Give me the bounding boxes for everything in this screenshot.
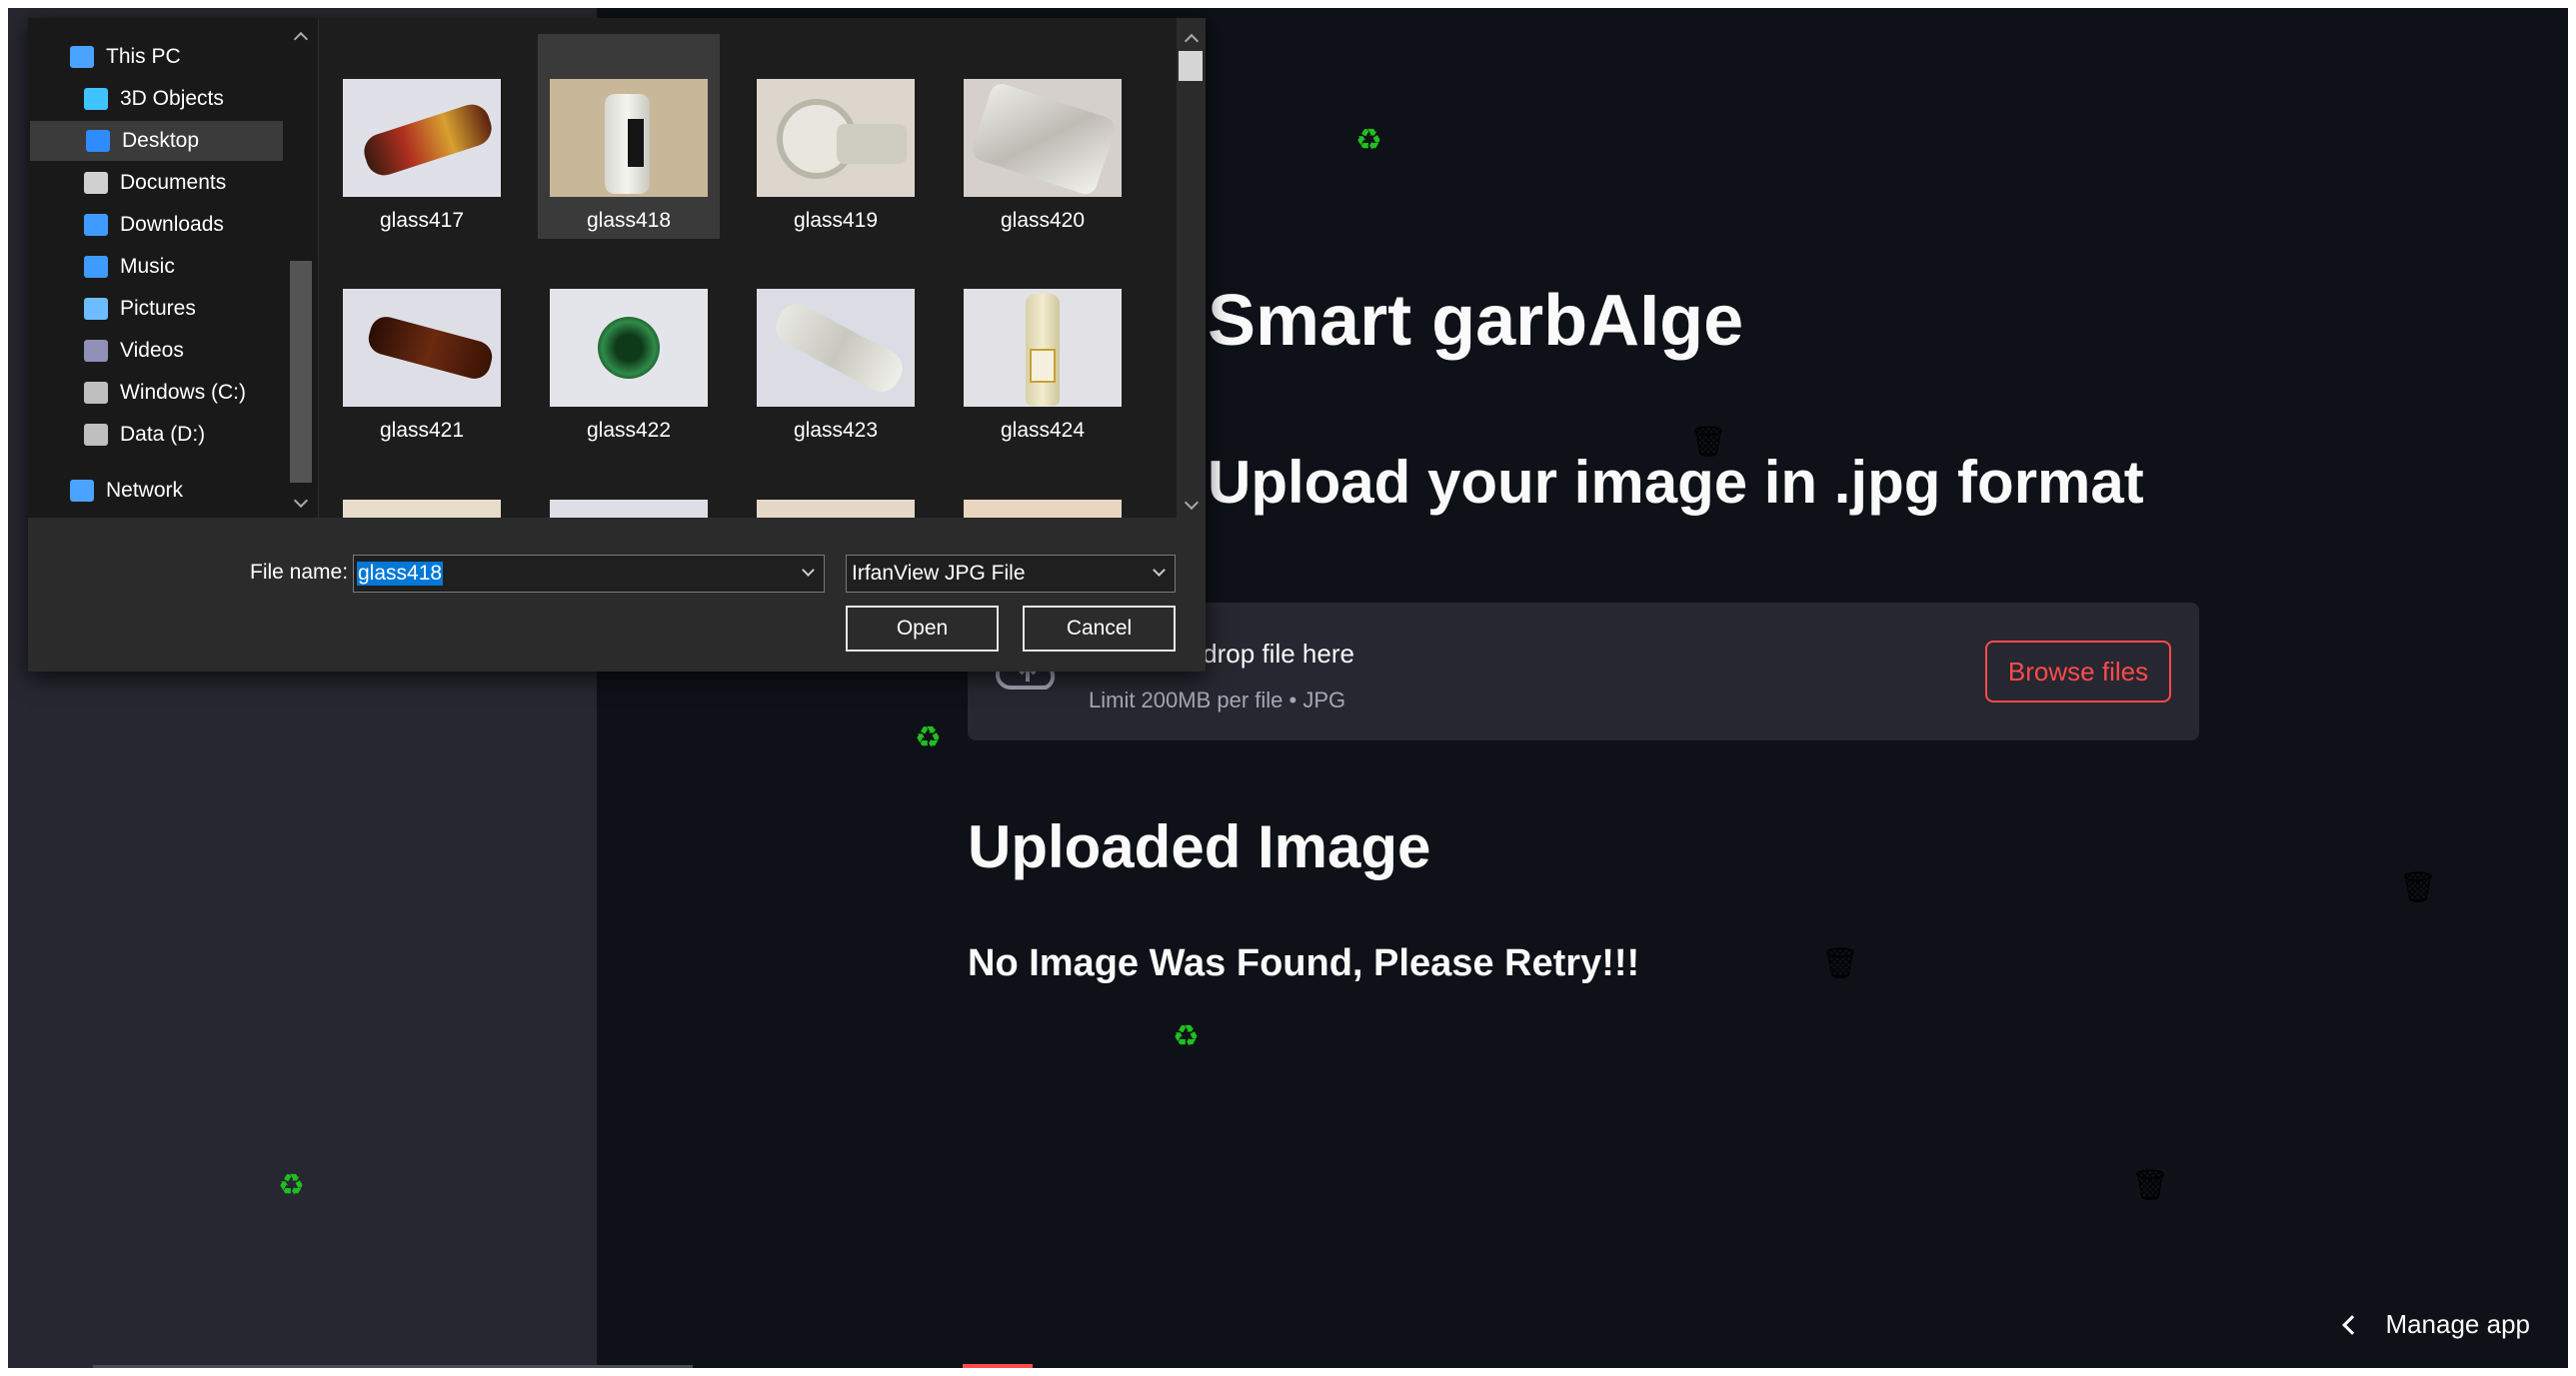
thumbnail-image [550,500,708,518]
nav-item-windows-c[interactable]: Windows (C:) [76,373,246,413]
drive-d-icon [84,424,108,446]
nav-item-music[interactable]: Music [76,247,175,287]
nav-scroll-thumb[interactable] [290,261,312,483]
nav-item-3d-objects[interactable]: 3D Objects [76,79,224,119]
navigation-pane: This PC 3D Objects Desktop Documents Dow… [28,18,318,518]
file-tile-glass417[interactable]: glass417 [331,34,513,239]
thumbnail-image [550,79,708,197]
file-name-value: glass418 [357,562,444,586]
manage-app-button[interactable]: Manage app [2342,1309,2530,1340]
uploaded-image-heading: Uploaded Image [968,813,1431,880]
chevron-down-icon [1153,564,1166,577]
recycle-icon: ♻ [1355,124,1382,157]
file-grid-scrollbar[interactable] [1177,18,1206,518]
open-button[interactable]: Open [846,606,999,652]
thumbnail-image [964,289,1122,407]
nav-item-downloads[interactable]: Downloads [76,205,224,245]
dialog-footer: File name: glass418 IrfanView JPG File O… [28,518,1206,672]
file-tile-glass418[interactable]: glass418 [538,34,720,239]
file-type-select[interactable]: IrfanView JPG File [846,555,1176,593]
file-name-label: glass417 [379,209,465,232]
status-bar [963,1364,1033,1368]
thumbnail-image [757,79,915,197]
file-tile-glass424[interactable]: glass424 [952,244,1134,449]
recycle-icon: ♻ [278,1169,305,1202]
cancel-button[interactable]: Cancel [1023,606,1176,652]
nav-item-network[interactable]: Network [62,471,183,511]
document-icon [84,172,108,194]
cube-icon [84,88,108,110]
nav-item-videos[interactable]: Videos [76,331,184,371]
sidebar-scrollbar[interactable] [93,1365,693,1368]
trash-icon: 🗑 [2399,871,2438,904]
file-name-label: glass420 [1000,209,1086,232]
file-name-label: glass418 [586,209,672,232]
file-name-label: glass421 [379,419,465,442]
upload-instruction: Upload your image in .jpg format [1208,449,2144,516]
error-message: No Image Was Found, Please Retry!!! [968,942,1640,984]
file-tile-glass420[interactable]: glass420 [952,34,1134,239]
drive-c-icon [84,382,108,404]
file-name-label: glass423 [793,419,879,442]
trash-icon: 🗑 [1821,947,1860,980]
thumbnail-image [343,79,501,197]
file-name-label: glass419 [793,209,879,232]
file-grid: glass417 glass418 glass419 glass420 glas… [319,18,1177,518]
recycle-icon: ♻ [915,721,942,754]
file-name-label: glass422 [586,419,672,442]
file-tile-glass423[interactable]: glass423 [745,244,927,449]
desktop-icon [86,130,110,152]
pictures-icon [84,298,108,320]
chevron-left-icon [2342,1314,2363,1335]
app-window: ♻ ♻ ♻ ♻ 🗑 🗑 🗑 🗑 Smart garbAIge Upload yo… [8,8,2568,1368]
trash-icon: 🗑 [2131,1169,2170,1202]
thumbnail-image [964,500,1122,518]
manage-app-label: Manage app [2385,1309,2530,1339]
file-tile-glass421[interactable]: glass421 [331,244,513,449]
file-tile-glass419[interactable]: glass419 [745,34,927,239]
file-type-value: IrfanView JPG File [852,562,1026,585]
nav-item-pictures[interactable]: Pictures [76,289,196,329]
file-grid-scroll-thumb[interactable] [1179,51,1203,81]
file-name-label: glass424 [1000,419,1086,442]
thumbnail-image [964,79,1122,197]
browse-files-button[interactable]: Browse files [1985,641,2171,702]
nav-item-desktop[interactable]: Desktop [30,121,283,161]
recycle-icon: ♻ [1173,1020,1200,1053]
nav-item-documents[interactable]: Documents [76,163,226,203]
app-title: Smart garbAIge [1208,281,1744,361]
file-tile-glass422[interactable]: glass422 [538,244,720,449]
nav-item-data-d[interactable]: Data (D:) [76,415,205,455]
thumbnail-image [343,289,501,407]
file-name-input[interactable]: glass418 [353,555,825,593]
thumbnail-image [757,289,915,407]
network-icon [70,480,94,502]
thumbnail-image [343,500,501,518]
file-limit-text: Limit 200MB per file • JPG [1089,688,1346,712]
thumbnail-image [757,500,915,518]
nav-item-this-pc[interactable]: This PC [62,37,181,77]
thumbnail-image [550,289,708,407]
videos-icon [84,340,108,362]
download-icon [84,214,108,236]
computer-icon [70,46,94,68]
file-name-label: File name: [250,561,349,584]
file-open-dialog: This PC 3D Objects Desktop Documents Dow… [28,18,1206,672]
music-icon [84,256,108,278]
chevron-down-icon[interactable] [802,564,815,577]
